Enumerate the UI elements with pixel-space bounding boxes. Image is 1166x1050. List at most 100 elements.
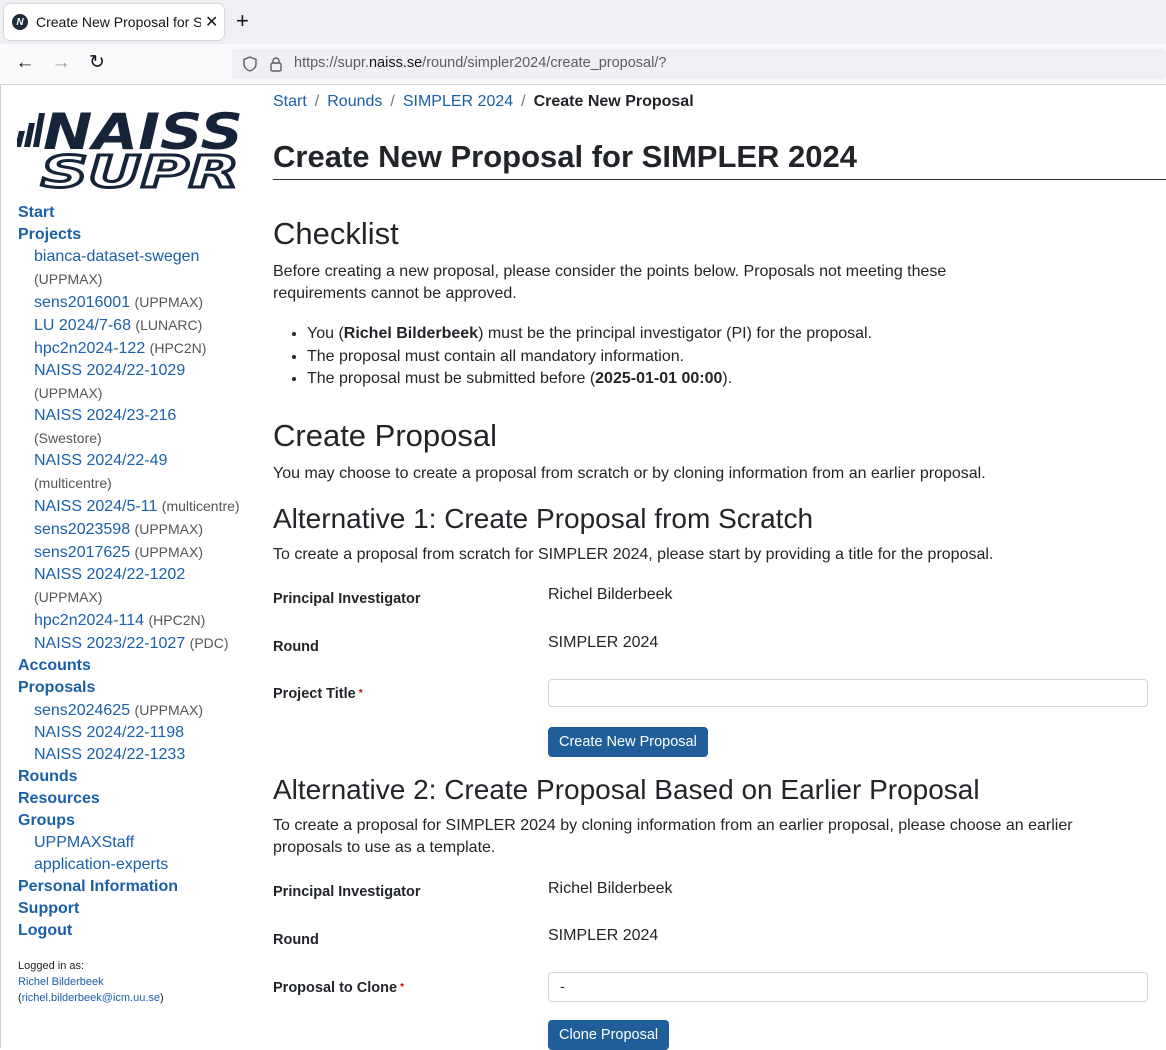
lock-icon[interactable] <box>268 56 284 72</box>
nav-proposals[interactable]: Proposals <box>18 677 248 699</box>
logged-in-email-link[interactable]: richel.bilderbeek@icm.uu.se <box>22 992 160 1004</box>
sidebar-project-item: hpc2n2024-114 (HPC2N) <box>18 609 248 632</box>
logged-in-label: Logged in as: <box>18 960 85 972</box>
sidebar-proposal-link[interactable]: sens2024625 <box>34 702 130 719</box>
breadcrumb-round[interactable]: SIMPLER 2024 <box>403 93 513 110</box>
nav-support[interactable]: Support <box>18 898 248 920</box>
sidebar-project-link[interactable]: bianca-dataset-swegen <box>34 248 199 265</box>
checklist-item-pi: You (Richel Bilderbeek) must be the prin… <box>307 323 872 346</box>
sidebar-proposal-link[interactable]: NAISS 2024/22-1233 <box>34 746 185 763</box>
sidebar-project-center-tag: (UPPMAX) <box>34 589 103 605</box>
sidebar-project-link[interactable]: LU 2024/7-68 <box>34 317 131 334</box>
create-new-proposal-button[interactable]: Create New Proposal <box>548 727 708 757</box>
sidebar-project-center-tag: (Swestore) <box>34 430 102 446</box>
alt2-clone-label: Proposal to Clone * <box>273 980 404 996</box>
back-icon[interactable]: ← <box>14 52 36 74</box>
sidebar-project-center-tag: (UPPMAX) <box>134 294 203 310</box>
proposal-to-clone-select[interactable]: - <box>548 972 1148 1002</box>
address-bar[interactable]: https://supr.naiss.se/round/simpler2024/… <box>232 49 1166 79</box>
sidebar-project-link[interactable]: sens2017625 <box>34 544 130 561</box>
reload-icon[interactable]: ↻ <box>86 52 108 74</box>
sidebar-proposal-item: sens2024625 (UPPMAX) <box>18 699 248 722</box>
breadcrumb-start[interactable]: Start <box>273 93 307 110</box>
alt1-round-label: Round <box>273 639 319 655</box>
sidebar-project-item: NAISS 2024/23-216 (Swestore) <box>18 405 248 450</box>
sidebar-project-link[interactable]: hpc2n2024-114 <box>34 612 144 629</box>
sidebar-project-link[interactable]: NAISS 2024/23-216 <box>34 407 176 424</box>
required-marker: * <box>400 982 404 993</box>
breadcrumb-rounds[interactable]: Rounds <box>327 93 382 110</box>
alt2-heading: Alternative 2: Create Proposal Based on … <box>273 774 980 805</box>
nav-groups[interactable]: Groups <box>18 810 248 832</box>
alt1-pi-value: Richel Bilderbeek <box>548 586 673 603</box>
sidebar-project-item: sens2016001 (UPPMAX) <box>18 291 248 314</box>
new-tab-icon[interactable]: + <box>236 10 249 32</box>
sidebar-project-link[interactable]: NAISS 2024/22-1029 <box>34 362 185 379</box>
create-proposal-intro: You may choose to create a proposal from… <box>273 465 986 482</box>
logged-in-info: Logged in as: Richel Bilderbeek (richel.… <box>18 960 164 1004</box>
sidebar-project-link[interactable]: NAISS 2024/22-49 <box>34 452 167 469</box>
url-text[interactable]: https://supr.naiss.se/round/simpler2024/… <box>294 55 666 71</box>
browser-tab-bar: N Create New Proposal for SIMPLER 2024 ✕… <box>0 0 1166 44</box>
logged-in-name-link[interactable]: Richel Bilderbeek <box>18 976 104 988</box>
title-divider <box>273 179 1166 180</box>
sidebar-project-item: sens2017625 (UPPMAX) <box>18 541 248 564</box>
alt2-pi-value: Richel Bilderbeek <box>548 880 673 897</box>
sidebar-project-center-tag: (HPC2N) <box>148 612 206 628</box>
sidebar-project-link[interactable]: NAISS 2023/22-1027 <box>34 635 185 652</box>
browser-tab[interactable]: N Create New Proposal for SIMPLER 2024 ✕ <box>4 4 224 40</box>
sidebar-proposal-link[interactable]: NAISS 2024/22-1198 <box>34 724 184 741</box>
alt2-pi-label: Principal Investigator <box>273 884 421 900</box>
sidebar-project-center-tag: (PDC) <box>189 635 229 651</box>
sidebar-project-link[interactable]: hpc2n2024-122 <box>34 340 145 357</box>
close-tab-icon[interactable]: ✕ <box>205 12 218 32</box>
sidebar-group-link[interactable]: UPPMAXStaff <box>34 834 134 851</box>
sidebar-group-item: UPPMAXStaff <box>18 832 248 854</box>
sidebar-group-link[interactable]: application-experts <box>34 856 168 873</box>
sidebar-project-link[interactable]: NAISS 2024/5-11 <box>34 498 157 515</box>
alt2-round-value: SIMPLER 2024 <box>548 927 659 944</box>
sidebar-project-link[interactable]: NAISS 2024/22-1202 <box>34 566 185 583</box>
sidebar-proposal-center-tag: (UPPMAX) <box>134 702 203 718</box>
sidebar-nav: Start Projects bianca-dataset-swegen (UP… <box>18 202 248 942</box>
nav-projects[interactable]: Projects <box>18 224 248 246</box>
sidebar-proposal-item: NAISS 2024/22-1198 <box>18 722 248 744</box>
nav-rounds[interactable]: Rounds <box>18 766 248 788</box>
checklist-heading: Checklist <box>273 216 399 251</box>
checklist-item-deadline: The proposal must be submitted before (2… <box>307 368 872 391</box>
clone-proposal-button[interactable]: Clone Proposal <box>548 1020 670 1050</box>
shield-icon[interactable] <box>242 56 258 72</box>
sidebar-project-item: NAISS 2024/5-11 (multicentre) <box>18 495 248 518</box>
logo-supr-text: SUPR <box>41 147 239 189</box>
nav-accounts[interactable]: Accounts <box>18 655 248 677</box>
group-list: UPPMAXStaff application-experts <box>18 832 248 876</box>
naiss-favicon-icon: N <box>12 14 28 30</box>
project-title-input[interactable] <box>548 679 1148 707</box>
forward-icon[interactable]: → <box>50 52 72 74</box>
alt1-heading: Alternative 1: Create Proposal from Scra… <box>273 503 814 534</box>
alt2-round-label: Round <box>273 932 319 948</box>
checklist-item-mandatory: The proposal must contain all mandatory … <box>307 346 872 369</box>
naiss-supr-logo[interactable]: NAISS SUPR <box>17 101 247 189</box>
create-proposal-heading: Create Proposal <box>273 418 498 453</box>
sidebar-project-item: sens2023598 (UPPMAX) <box>18 518 248 541</box>
sidebar-project-item: NAISS 2024/22-1202 (UPPMAX) <box>18 564 248 609</box>
sidebar-project-center-tag: (HPC2N) <box>149 340 207 356</box>
browser-nav-bar: ← → ↻ https://supr.naiss.se/round/simple… <box>0 44 1166 85</box>
sidebar-project-item: NAISS 2024/22-1029 (UPPMAX) <box>18 360 248 405</box>
sidebar-project-link[interactable]: sens2023598 <box>34 521 130 538</box>
nav-personal-information[interactable]: Personal Information <box>18 876 248 898</box>
breadcrumb-current: Create New Proposal <box>533 93 694 110</box>
nav-logout[interactable]: Logout <box>18 920 248 942</box>
nav-start[interactable]: Start <box>18 202 248 224</box>
sidebar-project-link[interactable]: sens2016001 <box>34 294 130 311</box>
project-list: bianca-dataset-swegen (UPPMAX) sens201600… <box>18 246 248 655</box>
sidebar-project-center-tag: (UPPMAX) <box>134 544 203 560</box>
sidebar-group-item: application-experts <box>18 854 248 876</box>
nav-resources[interactable]: Resources <box>18 788 248 810</box>
sidebar-project-center-tag: (LUNARC) <box>135 317 203 333</box>
sidebar-proposal-item: NAISS 2024/22-1233 <box>18 744 248 766</box>
alt1-intro: To create a proposal from scratch for SI… <box>273 546 994 563</box>
alt2-intro: To create a proposal for SIMPLER 2024 by… <box>273 817 1073 856</box>
sidebar-project-item: bianca-dataset-swegen (UPPMAX) <box>18 246 248 291</box>
